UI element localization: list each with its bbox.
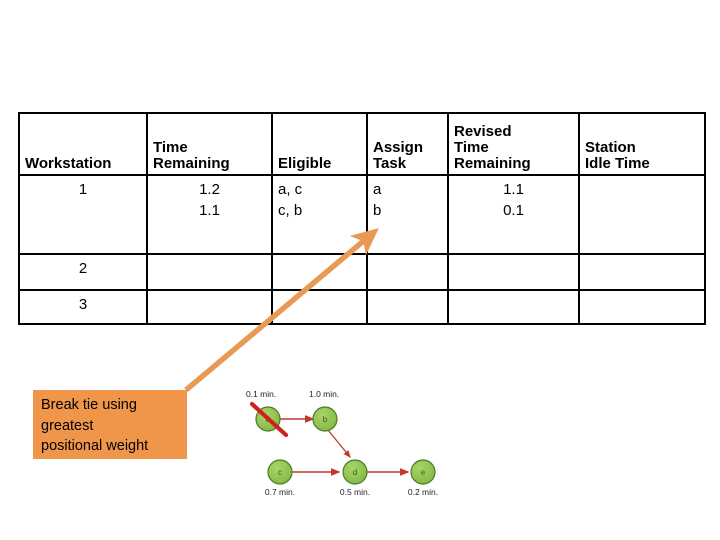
column-header-time-remaining: Time Remaining	[146, 112, 273, 176]
cell-eligible: a, c c, b	[271, 174, 368, 255]
header-line: Remaining	[454, 154, 531, 172]
cell-eligible	[271, 289, 368, 325]
cell-station-idle-time	[578, 174, 706, 255]
callout-line: Break tie using	[41, 397, 137, 413]
node-c-label: c	[278, 468, 282, 477]
cell-line: 3	[78, 296, 88, 313]
node-d-time: 0.5 min.	[340, 487, 370, 497]
line-balancing-table: Workstation Time Remaining Eligible Assi…	[18, 112, 706, 325]
callout-textbox: Break tie using greatest positional weig…	[33, 390, 187, 459]
cell-time-remaining	[146, 253, 273, 291]
cell-line: 1	[78, 181, 88, 198]
edge-b-d	[327, 429, 351, 459]
header-line: Task	[373, 154, 407, 172]
callout-line: greatest	[41, 417, 94, 434]
cell-eligible	[271, 253, 368, 291]
header-line: Time	[454, 138, 489, 156]
cell-revised-time-remaining	[447, 253, 580, 291]
cell-workstation: 3	[18, 289, 148, 325]
table-body: 1 1.2 1.1 a, c c, b a b 1.1 0.1 2 3	[18, 174, 706, 325]
node-e-time: 0.2 min.	[408, 487, 438, 497]
header-line: Remaining	[153, 154, 230, 172]
cell-line: c, b	[278, 202, 303, 220]
cell-assign-task	[366, 289, 449, 325]
table-row: 3	[18, 289, 706, 325]
table-row: 2	[18, 253, 706, 291]
table-row: 1 1.2 1.1 a, c c, b a b 1.1 0.1	[18, 174, 706, 255]
precedence-diagram: a 0.1 min. b 1.0 min. c 0.7 min. d 0.5 m…	[243, 378, 471, 502]
cell-revised-time-remaining: 1.1 0.1	[447, 174, 580, 255]
cell-line: 1.1	[503, 181, 524, 198]
column-header-station-idle-time: Station Idle Time	[578, 112, 706, 176]
cell-line: a, c	[278, 181, 303, 198]
cell-time-remaining	[146, 289, 273, 325]
header-line: Assign	[373, 138, 424, 156]
column-header-eligible: Eligible	[271, 112, 368, 176]
node-b-time: 1.0 min.	[309, 389, 339, 399]
cell-line: 0.1	[503, 202, 524, 220]
header-line: Station	[585, 138, 636, 156]
cell-revised-time-remaining	[447, 289, 580, 325]
column-header-revised-time-remaining: Revised Time Remaining	[447, 112, 580, 176]
cell-line: 2	[78, 260, 88, 277]
cell-line: b	[373, 202, 382, 220]
node-c-time: 0.7 min.	[265, 487, 295, 497]
table-header-row: Workstation Time Remaining Eligible Assi…	[18, 112, 706, 176]
table-header: Workstation Time Remaining Eligible Assi…	[18, 112, 706, 176]
header-line: Time	[153, 138, 188, 156]
cell-station-idle-time	[578, 253, 706, 291]
cell-workstation: 2	[18, 253, 148, 291]
cell-assign-task	[366, 253, 449, 291]
cell-station-idle-time	[578, 289, 706, 325]
node-b-label: b	[323, 415, 328, 424]
callout-line: positional weight	[41, 438, 149, 455]
column-header-assign-task: Assign Task	[366, 112, 449, 176]
column-header-workstation: Workstation	[18, 112, 148, 176]
cell-workstation: 1	[18, 174, 148, 255]
cell-assign-task: a b	[366, 174, 449, 255]
header-line: Revised	[454, 122, 512, 140]
slide-canvas: Workstation Time Remaining Eligible Assi…	[0, 0, 720, 540]
header-line: Workstation	[25, 154, 112, 172]
header-line: Idle Time	[585, 154, 650, 172]
node-d-label: d	[353, 468, 357, 477]
cell-line: a	[373, 181, 382, 198]
node-a-time: 0.1 min.	[246, 389, 276, 399]
cell-line: 1.1	[199, 202, 220, 220]
cell-time-remaining: 1.2 1.1	[146, 174, 273, 255]
node-e-label: e	[421, 468, 426, 477]
header-line: Eligible	[278, 154, 332, 172]
cell-line: 1.2	[199, 181, 220, 198]
